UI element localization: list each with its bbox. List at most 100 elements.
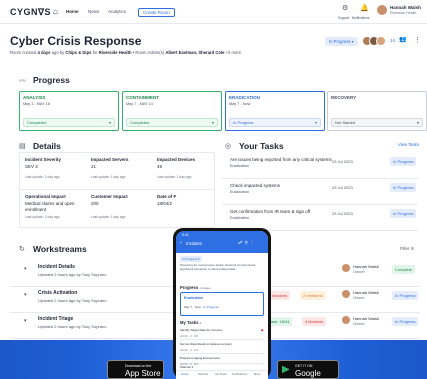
- owner-role: Owner: [353, 269, 365, 274]
- meta-more[interactable]: +2 more: [224, 50, 242, 55]
- progress-title: Progress: [33, 75, 70, 85]
- detail-cell[interactable]: Impacted Devices 49 Last update: 1 day a…: [157, 157, 213, 179]
- room-meta: Room created 4 days ago by Chips & Dips …: [10, 50, 241, 55]
- avatar[interactable]: [377, 5, 387, 15]
- home-icon[interactable]: ⌂: [53, 7, 58, 16]
- task-row[interactable]: Check impacted systems Eradication 23 Ju…: [222, 179, 418, 205]
- mobile-task-row[interactable]: Prepare Imaging Environment Jul 23 · 0 ·…: [180, 355, 264, 366]
- phase-status-label: Not Started: [335, 120, 356, 125]
- mobile-tab-bar: Home Network My Tasks Notifications More: [176, 370, 268, 379]
- check-circle-icon: ◎: [225, 143, 232, 150]
- phase-status-label: In Progress: [233, 120, 254, 125]
- meta-days: 4 days: [37, 50, 51, 55]
- task-title: Check impacted systems: [230, 183, 281, 188]
- status-badge: In Progress: [390, 157, 417, 166]
- mobile-tab-more[interactable]: More: [250, 372, 264, 376]
- task-row[interactable]: Are issues being reported from any criti…: [222, 153, 418, 179]
- detail-updated: Last update: 1 day ago: [157, 175, 192, 179]
- filter-button[interactable]: Filter ☰: [400, 246, 414, 251]
- room-status-dropdown[interactable]: In Progress ▾: [325, 37, 358, 46]
- cygnus-logo[interactable]: CYGN∇S: [10, 7, 51, 18]
- workstream-updated: Updated 2 hours ago by Tony Soprano: [38, 298, 107, 303]
- mobile-task-title: Set Go Date Ready to believe recovery: [180, 342, 233, 346]
- phase-name: ERADICATION: [229, 95, 260, 100]
- more-options-icon[interactable]: ⋮: [414, 36, 421, 44]
- detail-cell[interactable]: Date of F 18/04/2: [157, 194, 187, 206]
- phase-card-containment[interactable]: CONTAINMENT May 7 - MAY 14 Completed ▾: [122, 91, 222, 131]
- workstream-title: Incident Triage: [38, 316, 74, 322]
- phase-card-recovery[interactable]: RECOVERY Not Started ▾: [327, 91, 427, 131]
- detail-cell[interactable]: Incident Severity SEV 3 Last update: 1 d…: [25, 157, 87, 179]
- meta-text: ago by: [50, 50, 66, 55]
- mobile-task-row[interactable]: Set Go Date Ready to believe recovery Ju…: [180, 341, 264, 354]
- detail-value: SEV 3: [25, 164, 38, 169]
- phase-status-dropdown[interactable]: In Progress ▾: [229, 118, 321, 127]
- mobile-phase-status: In Progress: [203, 305, 219, 309]
- mobile-phase-card[interactable]: Eradication May 7 - Now · In Progress: [180, 292, 264, 316]
- team-avatars[interactable]: [362, 36, 386, 46]
- mobile-tab-notifications[interactable]: Notifications: [232, 372, 247, 376]
- chevron-down-icon[interactable]: ▾: [24, 292, 27, 298]
- view-tasks-link[interactable]: View Tasks: [398, 142, 419, 147]
- mobile-description: Preparing for ransomware attack. Network…: [180, 263, 256, 271]
- store-small-text: GET IT ON: [295, 364, 313, 368]
- top-nav: CYGN∇S ⌂ Home News Analytics Create Room…: [0, 0, 427, 24]
- back-arrow-icon[interactable]: ‹: [180, 240, 182, 246]
- detail-value: Medical claims and open enrollment: [25, 201, 75, 212]
- task-date: 23 Jul 2023: [332, 159, 353, 164]
- owner-role: Owner: [353, 295, 365, 300]
- detail-cell[interactable]: Operational Impact Medical claims and op…: [25, 194, 87, 219]
- mobile-phase-row: May 7 - Now · In Progress: [184, 305, 219, 309]
- mobile-header-icons[interactable]: ☍⚲⋮: [238, 240, 256, 246]
- nav-home[interactable]: Home: [66, 9, 79, 14]
- team-icon[interactable]: 👥: [399, 36, 406, 43]
- meta-admins: Albert Eastman, Sherard Cole: [165, 50, 225, 55]
- mobile-phone-mockup: 9:41 ‹ Incident ☍⚲⋮ In Progress ▾ Prepar…: [173, 228, 271, 379]
- status-badge: In Progress: [390, 183, 417, 192]
- blockers-chip[interactable]: 4 blockers: [302, 317, 327, 326]
- phase-dates: May 7 - Now: [229, 102, 251, 106]
- mobile-tab-home[interactable]: Home: [178, 372, 192, 376]
- owner-role: Owner: [353, 321, 365, 326]
- app-store-badge[interactable]: Download on the App Store: [107, 360, 164, 379]
- phase-status-dropdown[interactable]: Not Started ▾: [331, 118, 423, 127]
- bell-icon[interactable]: 🔔: [360, 4, 369, 12]
- phase-status-dropdown[interactable]: Completed ▾: [23, 118, 115, 127]
- detail-cell[interactable]: Customer Impact 200 Last update: 1 day a…: [91, 194, 153, 219]
- mobile-header: 9:41 ‹ Incident ☍⚲⋮: [176, 231, 268, 253]
- task-title: Get confirmation from IR team & sign off: [230, 209, 311, 214]
- mobile-phase-name: Eradication: [184, 296, 204, 300]
- support-icon[interactable]: ⚙: [342, 4, 348, 12]
- phase-card-analysis[interactable]: ANALYSIS May 1 - MAY 16 Completed ▾: [19, 91, 119, 131]
- detail-value: 200: [91, 201, 99, 206]
- mobile-progress-title: Progress 4 stages: [180, 285, 211, 290]
- mentions-chip[interactable]: 2 mentions: [300, 291, 326, 300]
- nav-analytics[interactable]: Analytics: [108, 9, 126, 14]
- workstream-updated: Updated 2 hours ago by Tony Soprano: [38, 324, 107, 329]
- mobile-task-title: Identify Target Date for recovery: [180, 328, 223, 332]
- workstream-owner: Hannah Walsh Owner: [353, 264, 379, 274]
- chevron-down-icon[interactable]: ▾: [24, 318, 27, 324]
- meta-org: Riverside Health: [98, 50, 132, 55]
- workstream-owner: Hannah Walsh Owner: [353, 316, 379, 326]
- mobile-title: Incident: [186, 241, 202, 246]
- mobile-tab-tasks[interactable]: My Tasks: [214, 372, 228, 376]
- mobile-status-pill[interactable]: In Progress ▾: [180, 256, 202, 262]
- chevron-down-icon[interactable]: ▾: [24, 266, 27, 272]
- detail-cell[interactable]: Impacted Servers 21 Last update: 1 day a…: [91, 157, 153, 179]
- phase-status-dropdown[interactable]: Completed ▾: [126, 118, 218, 127]
- filter-label: Filter: [400, 246, 410, 251]
- google-play-badge[interactable]: ▶ GET IT ON Google Play: [277, 360, 339, 379]
- mobile-tab-network[interactable]: Network: [196, 372, 210, 376]
- phase-card-eradication[interactable]: ERADICATION May 7 - Now In Progress ▾: [225, 91, 325, 131]
- create-room-button[interactable]: Create Room: [138, 8, 175, 17]
- detail-label: Operational Impact: [25, 194, 66, 199]
- task-title: Are issues being reported from any criti…: [230, 157, 332, 162]
- mobile-task-row[interactable]: Identify Target Date for recovery Jul 23…: [180, 327, 264, 340]
- meta-text: • Room Admin(s): [131, 50, 166, 55]
- mobile-task-meta: Jul 23 · 3 · 1/2: [180, 348, 198, 352]
- phase-status-label: Completed: [130, 120, 150, 125]
- chevron-down-icon: ▾: [211, 120, 214, 125]
- chevron-down-icon: ▾: [314, 120, 317, 125]
- nav-news[interactable]: News: [88, 9, 99, 14]
